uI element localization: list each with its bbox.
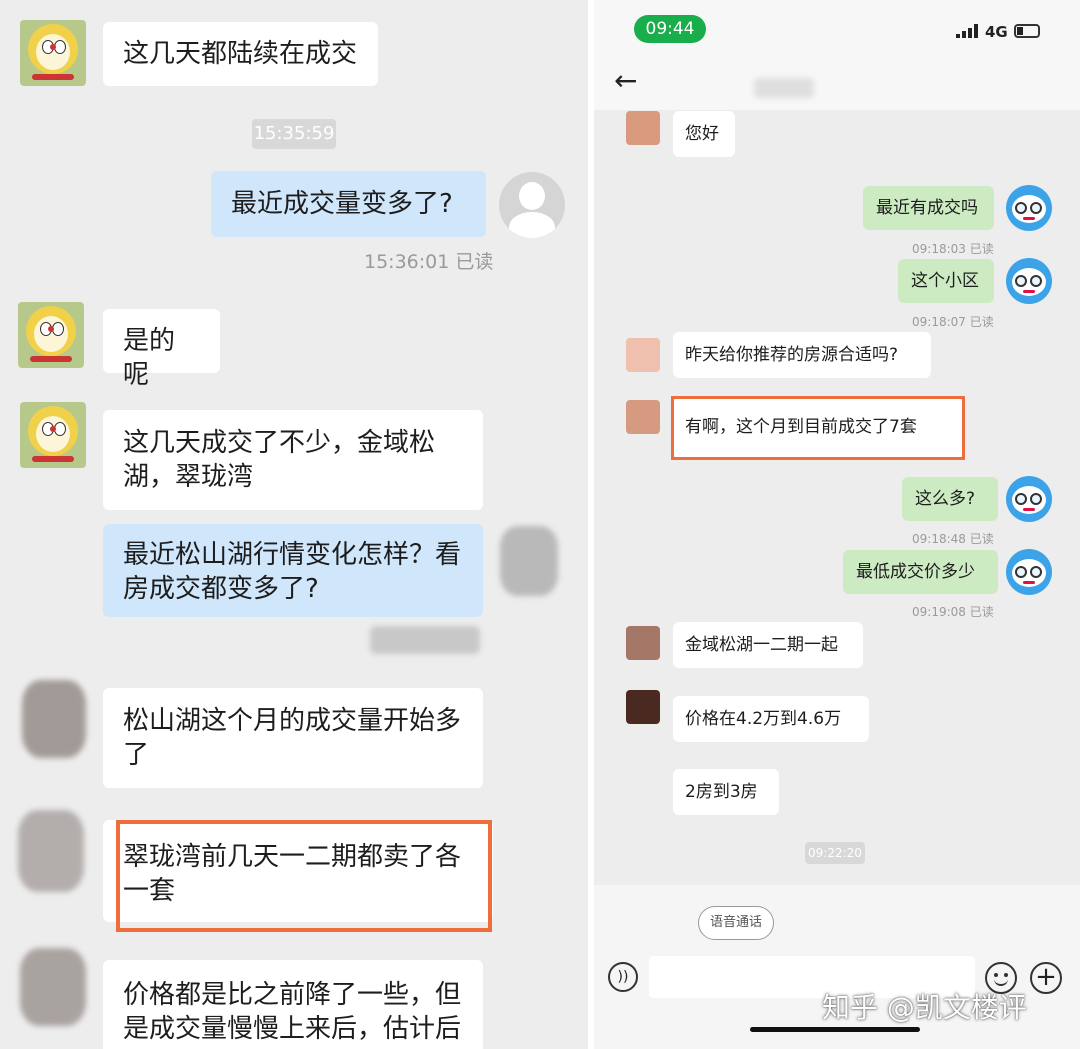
blurred-avatar (20, 948, 86, 1026)
message-bubble[interactable]: 金域松湖一二期一起 (673, 622, 863, 668)
contact-avatar[interactable] (626, 690, 660, 724)
doraemon-avatar[interactable] (20, 20, 86, 86)
sent-message-bubble[interactable]: 这个小区 (898, 259, 994, 303)
message-text: 最近成交量变多了? (231, 189, 453, 219)
message-bubble[interactable]: 昨天给你推荐的房源合适吗? (673, 332, 931, 378)
add-icon[interactable]: + (1030, 962, 1062, 994)
robot-avatar[interactable] (1006, 185, 1052, 231)
robot-avatar[interactable] (1006, 476, 1052, 522)
battery-icon (1014, 24, 1040, 38)
blurred-avatar (500, 526, 558, 596)
left-chat-screenshot: 这几天都陆续在成交 15:35:59 最近成交量变多了? 15:36:01 已读… (0, 0, 588, 1049)
message-text: 2房到3房 (685, 782, 758, 802)
user-avatar[interactable] (499, 172, 565, 238)
message-text: 这么多? (915, 489, 976, 509)
watermark: 知乎 @凯文楼评 (822, 991, 1027, 1024)
doraemon-avatar[interactable] (18, 302, 84, 368)
message-bubble[interactable]: 价格在4.2万到4.6万 (673, 696, 869, 742)
blurred-contact-name (754, 78, 814, 98)
contact-avatar[interactable] (626, 111, 660, 145)
sent-message-bubble[interactable]: 这么多? (902, 477, 998, 521)
contact-avatar[interactable] (626, 338, 660, 372)
message-bubble[interactable]: 2房到3房 (673, 769, 779, 815)
message-text: 您好 (685, 124, 719, 144)
message-text: 是的呢 (123, 326, 176, 390)
message-text: 金域松湖一二期一起 (685, 635, 838, 655)
voice-input-icon[interactable]: )) (608, 962, 638, 992)
read-receipt: 15:36:01 已读 (364, 251, 494, 273)
message-text: 这几天都陆续在成交 (123, 39, 358, 69)
contact-avatar[interactable] (626, 400, 660, 434)
sent-message-bubble[interactable]: 最近成交量变多了? (211, 171, 486, 237)
message-bubble[interactable]: 这几天成交了不少，金域松湖，翠珑湾 (103, 410, 483, 510)
robot-avatar[interactable] (1006, 258, 1052, 304)
message-text: 这几天成交了不少，金域松湖，翠珑湾 (123, 428, 436, 492)
read-receipt: 09:18:48 已读 (912, 532, 994, 546)
sent-message-bubble[interactable]: 最近松山湖行情变化怎样？看房成交都变多了? (103, 524, 483, 617)
sent-message-bubble[interactable]: 最近有成交吗 (863, 186, 994, 230)
highlight-box (116, 820, 492, 932)
read-receipt: 09:18:03 已读 (912, 242, 994, 256)
highlight-box (671, 396, 965, 460)
blurred-avatar (18, 810, 84, 892)
timestamp-center: 15:35:59 (252, 119, 336, 149)
message-bubble[interactable]: 是的呢 (103, 309, 220, 390)
message-bubble[interactable]: 价格都是比之前降了一些，但是成交量慢慢上来后，估计后 (103, 960, 483, 1049)
blurred-read-receipt (370, 626, 480, 654)
contact-avatar[interactable] (626, 626, 660, 660)
message-bubble[interactable]: 松山湖这个月的成交量开始多了 (103, 688, 483, 788)
back-arrow-icon[interactable]: ← (614, 66, 637, 96)
message-text: 价格都是比之前降了一些，但是成交量慢慢上来后，估计后 (123, 980, 462, 1044)
home-indicator (750, 1027, 920, 1032)
message-text: 松山湖这个月的成交量开始多了 (123, 706, 462, 770)
read-receipt: 09:19:08 已读 (912, 605, 994, 619)
timestamp-center: 09:22:20 (805, 842, 865, 864)
blurred-avatar (22, 680, 86, 758)
network-label: 4G (985, 23, 1008, 41)
message-bubble[interactable]: 这几天都陆续在成交 (103, 22, 378, 86)
message-text: 最低成交价多少 (856, 562, 975, 582)
message-bubble[interactable]: 您好 (673, 111, 735, 157)
message-text: 最近松山湖行情变化怎样？看房成交都变多了? (123, 540, 462, 604)
right-chat-screenshot: 09:44 4G ← 您好 最近有成交吗 09:18:03 已读 这个小区 09… (594, 0, 1080, 1049)
message-text: 这个小区 (911, 271, 979, 291)
status-time: 09:44 (634, 15, 706, 43)
robot-avatar[interactable] (1006, 549, 1052, 595)
doraemon-avatar[interactable] (20, 402, 86, 468)
message-text: 价格在4.2万到4.6万 (685, 709, 842, 729)
message-text: 昨天给你推荐的房源合适吗? (685, 345, 899, 365)
read-receipt: 09:18:07 已读 (912, 315, 994, 329)
signal-icon (956, 24, 980, 38)
voice-call-button[interactable]: 语音通话 (698, 906, 774, 940)
sent-message-bubble[interactable]: 最低成交价多少 (843, 550, 998, 594)
message-text: 最近有成交吗 (876, 198, 978, 218)
